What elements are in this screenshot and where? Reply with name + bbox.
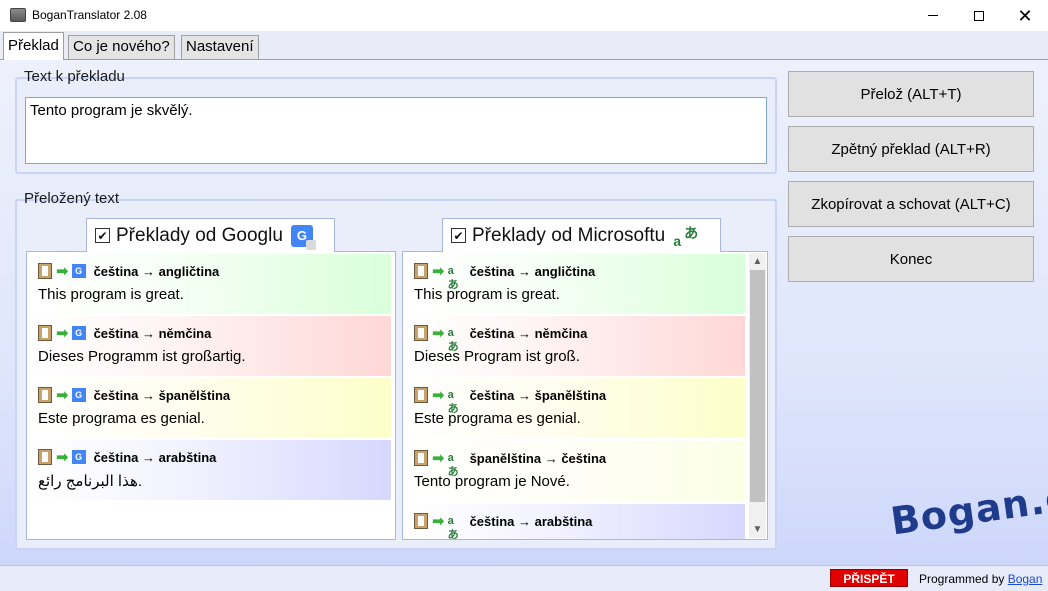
clipboard-icon[interactable] [414, 325, 428, 341]
list-item: ➡ aあ čeština → angličtina This program i… [408, 254, 745, 314]
app-icon [10, 8, 26, 22]
clipboard-icon[interactable] [414, 450, 428, 466]
list-item: ➡ aあ čeština → španělština Este programa… [408, 378, 745, 438]
google-icon: G [71, 264, 86, 278]
google-icon: G [71, 326, 86, 340]
google-checkbox[interactable]: ✔ [95, 228, 110, 243]
translation-text: This program is great. [38, 286, 184, 303]
arrow-right-icon[interactable]: ➡ [56, 386, 69, 404]
direction-label: čeština → španělština [469, 387, 607, 403]
direction-label: čeština → arabština [93, 449, 217, 465]
arrow-right-icon[interactable]: ➡ [432, 512, 445, 530]
arrow-right-icon[interactable]: ➡ [432, 262, 445, 280]
translation-text: Dieses Programm ist großartig. [38, 348, 246, 365]
title-bar: BoganTranslator 2.08 ✕ [0, 0, 1048, 31]
window-title: BoganTranslator 2.08 [32, 8, 147, 22]
programmed-by-label: Programmed by [919, 572, 1008, 586]
microsoft-panel-scrollbar[interactable]: ▲ ▼ [749, 253, 766, 538]
microsoft-translator-icon: aあ [447, 327, 459, 353]
arrow-right-icon[interactable]: ➡ [56, 262, 69, 280]
translation-text: Este programa es genial. [38, 410, 205, 427]
google-panel-title: Překlady od Googlu [116, 224, 283, 246]
close-button[interactable]: ✕ [1002, 0, 1048, 31]
translation-text: Tento program je Nové. [414, 473, 570, 490]
arrow-right-icon[interactable]: ➡ [56, 324, 69, 342]
arrow-right-icon[interactable]: ➡ [432, 449, 445, 467]
microsoft-translator-icon: aあ [447, 452, 459, 478]
clipboard-icon[interactable] [38, 325, 52, 341]
exit-button[interactable]: Konec [788, 236, 1034, 282]
translation-text: هذا البرنامج رائع. [38, 473, 143, 490]
google-translations-panel: ➡ G čeština → angličtina This program is… [26, 251, 396, 540]
direction-label: čeština → němčina [469, 325, 588, 341]
translation-text: Este programa es genial. [414, 410, 581, 427]
source-text-input[interactable]: Tento program je skvělý. [25, 97, 767, 164]
minimize-icon [928, 15, 938, 16]
clipboard-icon[interactable] [414, 263, 428, 279]
google-icon: G [71, 450, 86, 464]
microsoft-translations-panel: ➡ aあ čeština → angličtina This program i… [402, 251, 768, 540]
list-item: ➡ aあ španělština → čeština Tento program… [408, 441, 745, 501]
clipboard-icon[interactable] [414, 513, 428, 529]
scroll-up-icon[interactable]: ▲ [749, 253, 766, 270]
list-item: ➡ G čeština → arabština هذا البرنامج رائ… [32, 440, 391, 500]
maximize-button[interactable] [956, 0, 1002, 31]
tab-nastaveni[interactable]: Nastavení [181, 35, 259, 59]
list-item: ➡ G čeština → angličtina This program is… [32, 254, 391, 314]
scroll-thumb[interactable] [750, 270, 765, 502]
google-icon: G [71, 388, 86, 402]
tab-preklad[interactable]: Překlad [3, 32, 64, 60]
checkmark-icon: ✔ [453, 228, 464, 243]
translated-group-label: Přeložený text [24, 190, 120, 207]
microsoft-translator-icon: aあ [673, 224, 699, 249]
tab-co-je-noveho[interactable]: Co je nového? [68, 35, 175, 59]
arrow-right-icon[interactable]: ➡ [432, 386, 445, 404]
list-item: ➡ G čeština → němčina Dieses Programm is… [32, 316, 391, 376]
source-group-label: Text k překladu [24, 68, 125, 85]
clipboard-icon[interactable] [38, 449, 52, 465]
back-translate-button[interactable]: Zpětný překlad (ALT+R) [788, 126, 1034, 172]
maximize-icon [974, 10, 984, 21]
author-link[interactable]: Bogan [1008, 572, 1043, 586]
close-icon: ✕ [1017, 5, 1033, 26]
translate-button[interactable]: Přelož (ALT+T) [788, 71, 1034, 117]
donate-button[interactable]: PŘISPĚT [830, 569, 908, 587]
google-translate-icon: G [290, 224, 316, 250]
clipboard-icon[interactable] [38, 263, 52, 279]
minimize-button[interactable] [910, 0, 956, 31]
microsoft-translator-icon: aあ [447, 389, 459, 415]
direction-label: čeština → angličtina [469, 263, 596, 279]
clipboard-icon[interactable] [38, 387, 52, 403]
clipboard-icon[interactable] [414, 387, 428, 403]
direction-label: čeština → španělština [93, 387, 231, 403]
arrow-right-icon[interactable]: ➡ [432, 324, 445, 342]
google-panel-tab[interactable]: ✔ Překlady od Googlu G [86, 218, 335, 252]
direction-label: čeština → němčina [93, 325, 212, 341]
microsoft-panel-tab[interactable]: ✔ Překlady od Microsoftu aあ [442, 218, 721, 252]
microsoft-translator-icon: aあ [447, 265, 459, 291]
list-item: ➡ aあ čeština → němčina Dieses Program is… [408, 316, 745, 376]
direction-label: čeština → angličtina [93, 263, 220, 279]
scroll-down-icon[interactable]: ▼ [749, 521, 766, 538]
arrow-right-icon[interactable]: ➡ [56, 448, 69, 466]
direction-label: španělština → čeština [469, 450, 607, 466]
translation-text: Dieses Program ist groß. [414, 348, 580, 365]
direction-label: čeština → arabština [469, 513, 593, 529]
translation-text: This program is great. [414, 286, 560, 303]
microsoft-translator-icon: aあ [447, 515, 459, 540]
microsoft-panel-title: Překlady od Microsoftu [472, 224, 666, 246]
checkmark-icon: ✔ [97, 228, 108, 243]
copy-and-hide-button[interactable]: Zkopírovat a schovat (ALT+C) [788, 181, 1034, 227]
list-item: ➡ G čeština → španělština Este programa … [32, 378, 391, 438]
programmed-by: Programmed by Bogan [919, 572, 1042, 586]
list-item: ➡ aあ čeština → arabština [408, 504, 745, 540]
microsoft-checkbox[interactable]: ✔ [451, 228, 466, 243]
